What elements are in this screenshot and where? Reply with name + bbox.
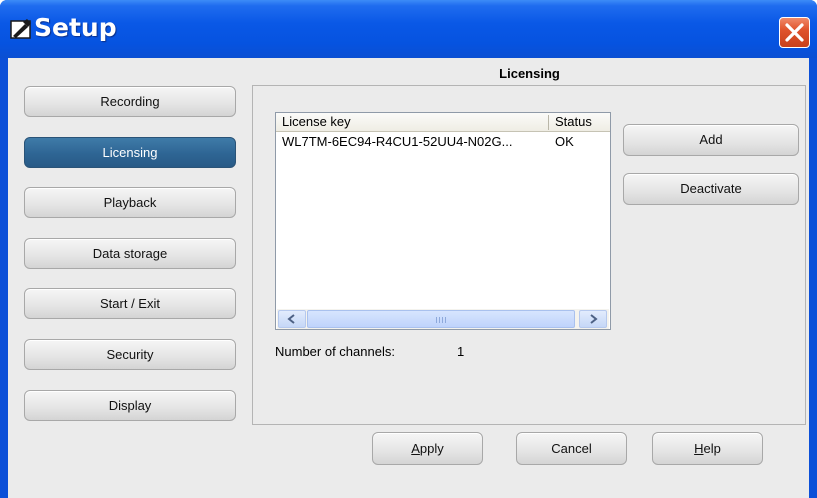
scroll-left-icon — [287, 314, 295, 324]
setup-window: Setup Recording Licensing Playback Data … — [0, 0, 817, 498]
list-header: License key Status — [276, 113, 610, 132]
sidebar-item-start-exit[interactable]: Start / Exit — [24, 288, 236, 319]
license-list[interactable]: License key Status WL7TM-6EC94-R4CU1-52U… — [275, 112, 611, 330]
column-header-license-key[interactable]: License key — [276, 113, 544, 132]
status-cell: OK — [555, 134, 574, 149]
grip-line — [445, 317, 446, 323]
license-key-cell: WL7TM-6EC94-R4CU1-52UU4-N02G... — [282, 134, 513, 149]
sidebar-item-recording[interactable]: Recording — [24, 86, 236, 117]
close-icon — [785, 23, 804, 42]
channels-label: Number of channels: — [275, 344, 395, 359]
grip-line — [436, 317, 437, 323]
scroll-thumb[interactable] — [307, 310, 575, 328]
scroll-right-button[interactable] — [579, 310, 607, 328]
channels-value: 1 — [457, 344, 465, 359]
grip-line — [442, 317, 443, 323]
sidebar-item-data-storage[interactable]: Data storage — [24, 238, 236, 269]
cancel-button[interactable]: Cancel — [516, 432, 627, 465]
horizontal-scrollbar[interactable] — [277, 309, 609, 329]
column-header-status[interactable]: Status — [549, 113, 610, 132]
apply-label: pply — [419, 441, 444, 456]
client-area: Recording Licensing Playback Data storag… — [8, 58, 809, 498]
title-bar[interactable]: Setup — [0, 0, 817, 58]
help-mnemonic: H — [694, 441, 704, 456]
scroll-left-button[interactable] — [278, 310, 306, 328]
help-button[interactable]: Help — [652, 432, 763, 465]
section-title: Licensing — [499, 66, 560, 81]
setup-app-icon — [10, 18, 32, 40]
sidebar-item-security[interactable]: Security — [24, 339, 236, 370]
table-row[interactable]: WL7TM-6EC94-R4CU1-52UU4-N02G... OK — [276, 133, 610, 151]
scroll-right-icon — [590, 314, 598, 324]
deactivate-button[interactable]: Deactivate — [623, 173, 799, 205]
apply-mnemonic: A — [411, 441, 420, 456]
sidebar-item-playback[interactable]: Playback — [24, 187, 236, 218]
sidebar-item-display[interactable]: Display — [24, 390, 236, 421]
licensing-panel: License key Status WL7TM-6EC94-R4CU1-52U… — [252, 85, 806, 425]
sidebar-item-licensing[interactable]: Licensing — [24, 137, 236, 168]
apply-button[interactable]: Apply — [372, 432, 483, 465]
help-label: elp — [703, 441, 721, 456]
add-button[interactable]: Add — [623, 124, 799, 156]
close-button[interactable] — [779, 17, 810, 48]
grip-line — [439, 317, 440, 323]
window-title: Setup — [34, 13, 117, 42]
